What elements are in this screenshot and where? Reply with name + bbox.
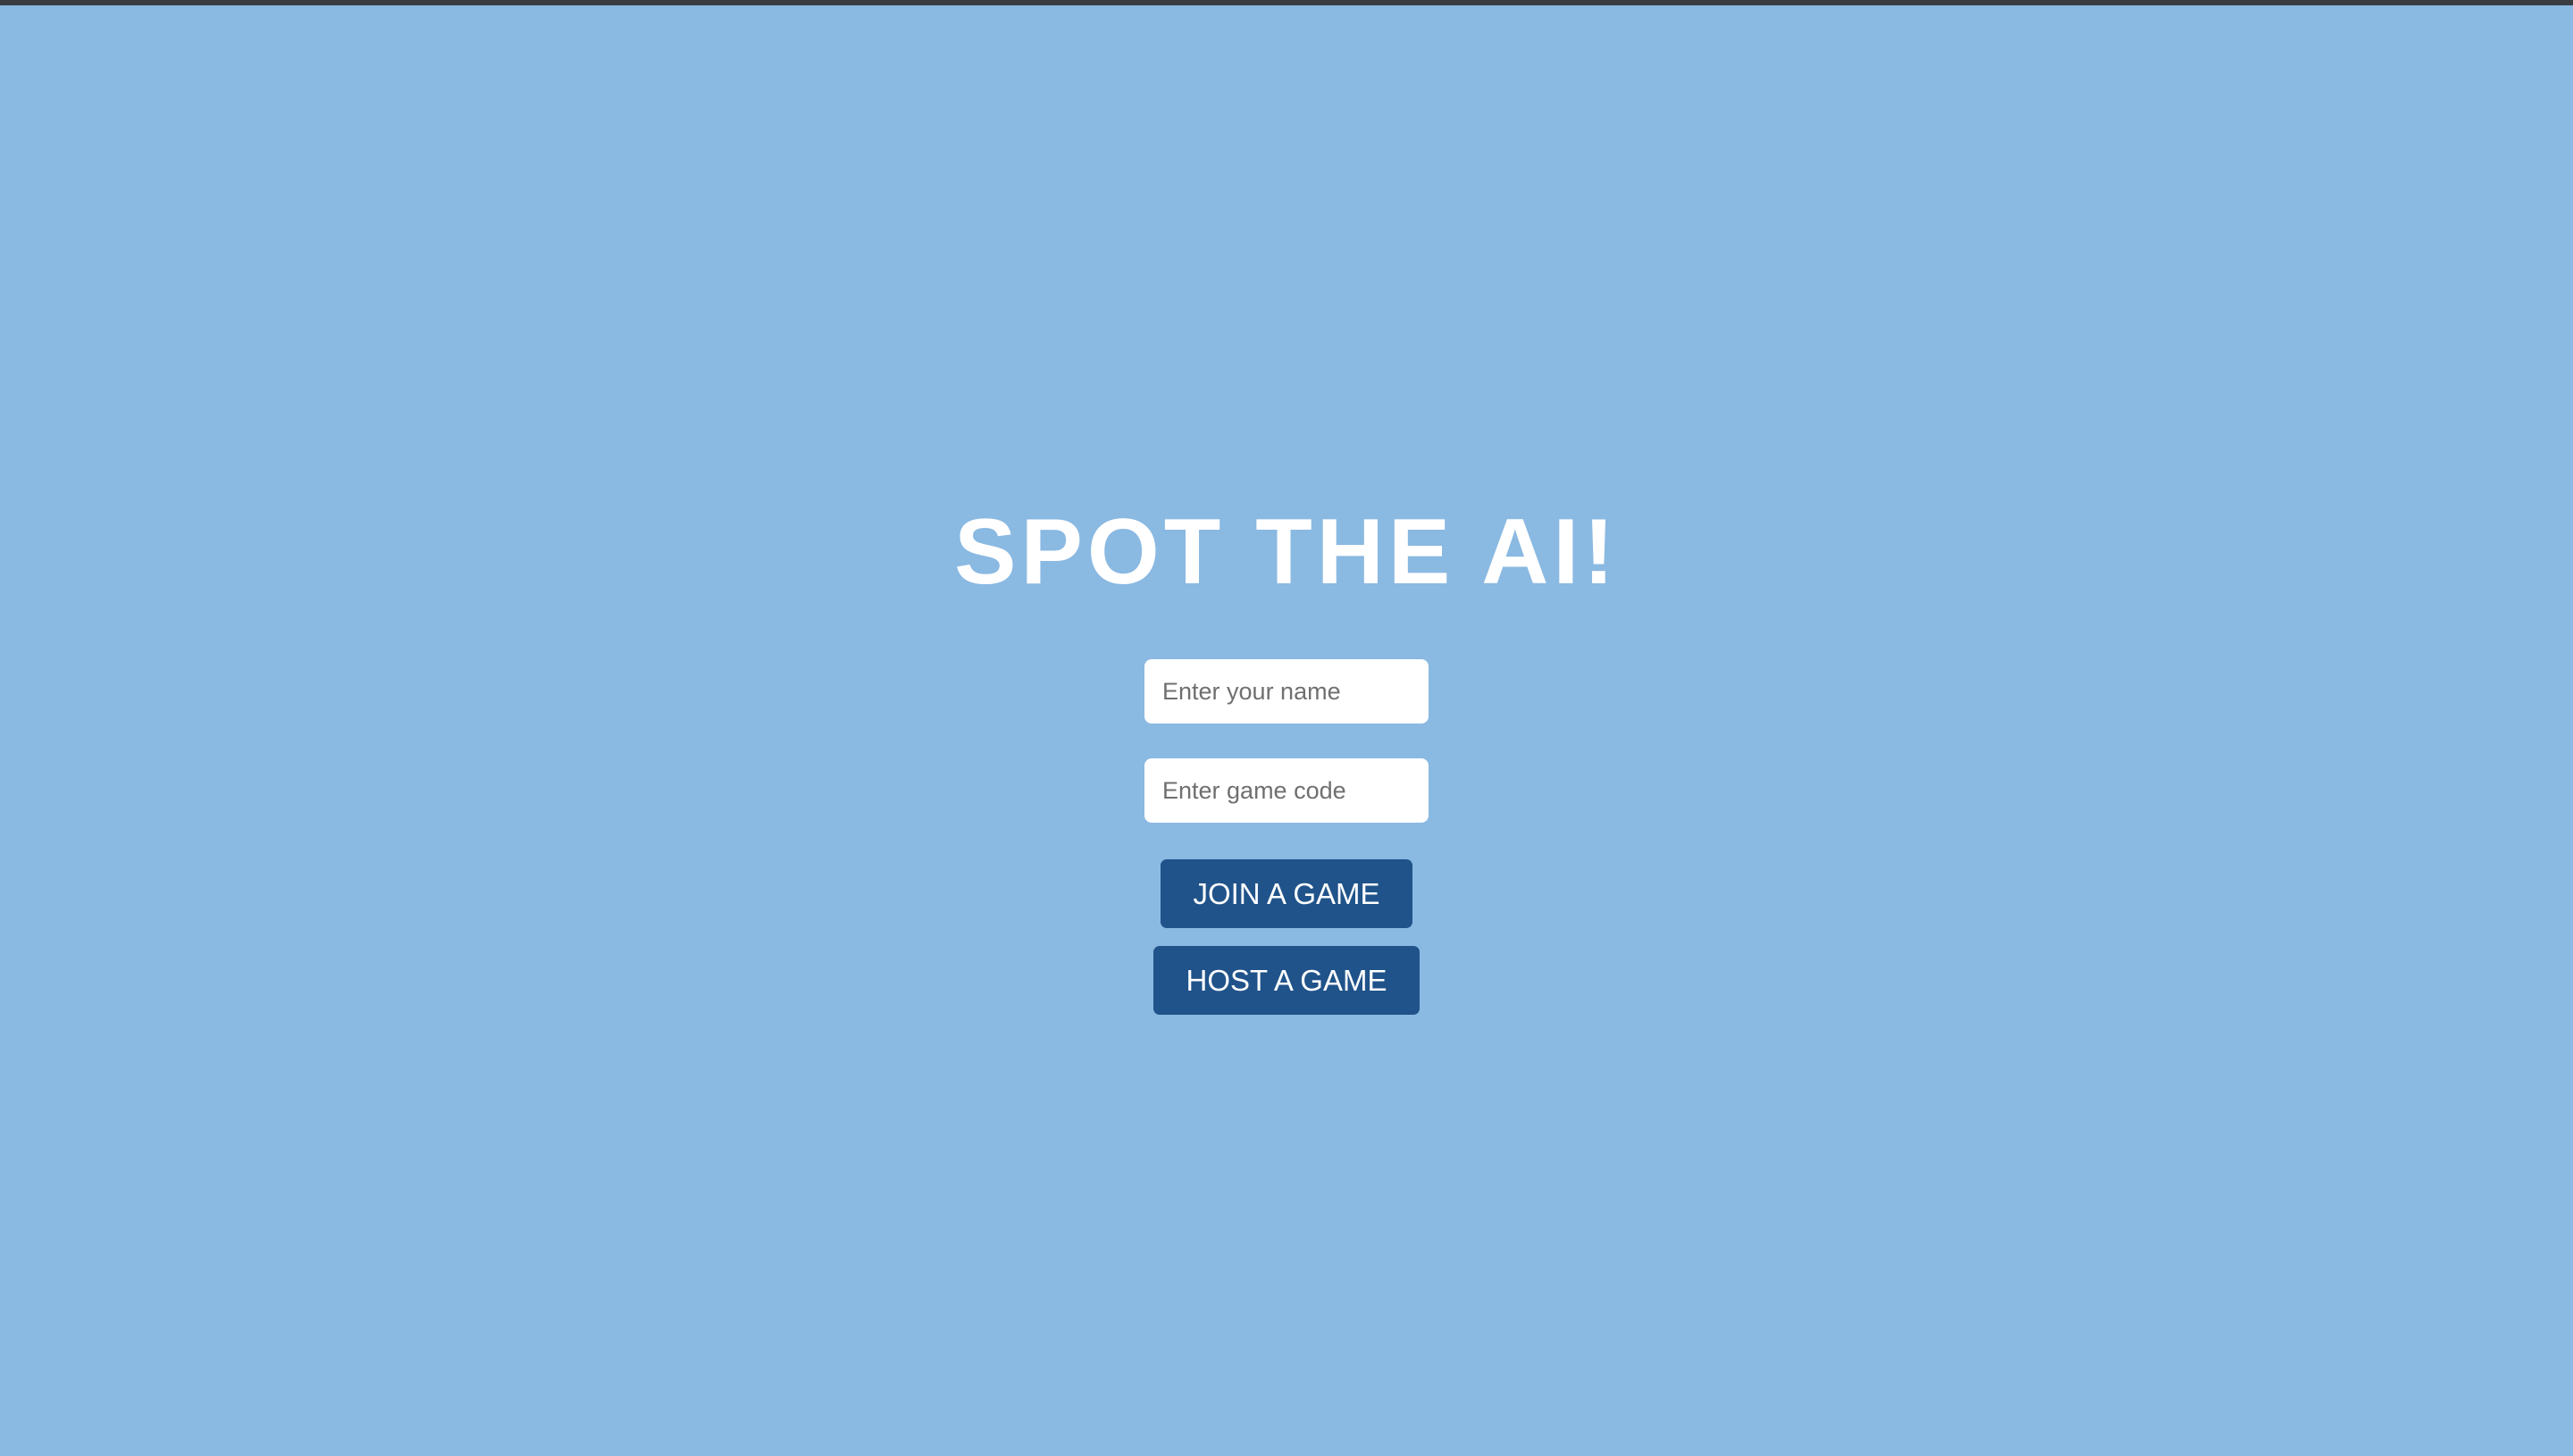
join-game-button[interactable]: JOIN A GAME <box>1161 859 1412 928</box>
host-game-button[interactable]: HOST A GAME <box>1153 946 1420 1015</box>
join-form-container: SPOT THE AI! JOIN A GAME HOST A GAME <box>0 500 2573 1015</box>
name-input[interactable] <box>1144 659 1429 724</box>
game-code-input[interactable] <box>1144 758 1429 823</box>
page-title: SPOT THE AI! <box>954 500 1619 604</box>
window-top-border <box>0 0 2573 5</box>
